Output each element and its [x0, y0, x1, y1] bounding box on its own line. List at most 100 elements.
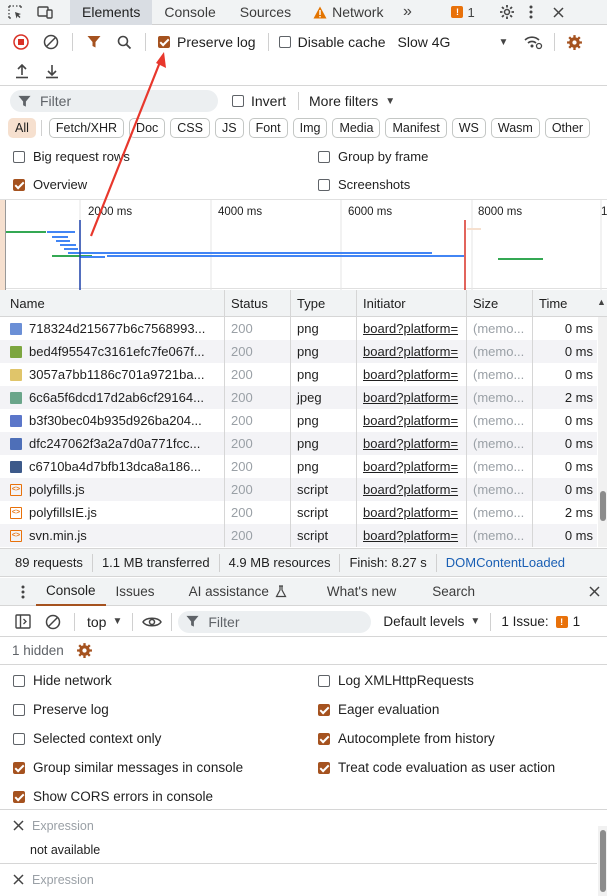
console-option-left[interactable]: Selected context only	[13, 724, 161, 753]
table-row[interactable]: 3057a7bb1186c701a9721ba... 200 png board?pl…	[0, 363, 597, 386]
initiator-link[interactable]: board?platform=	[363, 436, 458, 451]
console-option-check[interactable]	[13, 761, 25, 774]
console-option-left[interactable]: Hide network	[13, 666, 112, 695]
console-option-left[interactable]: Preserve log	[13, 695, 109, 724]
initiator-link[interactable]: board?platform=	[363, 321, 458, 336]
search-icon[interactable]	[115, 33, 133, 51]
big-request-rows-checkbox[interactable]: Big request rows	[13, 149, 130, 164]
table-row[interactable]: <> polyfills.js 200 script board?platform= (m…	[0, 478, 597, 501]
filter-ws[interactable]: WS	[451, 118, 486, 138]
filter-css[interactable]: CSS	[170, 118, 210, 138]
remove-expression-icon[interactable]	[12, 874, 24, 886]
col-name-header[interactable]: Name	[4, 290, 225, 316]
preserve-log-checkbox[interactable]: Preserve log	[158, 34, 256, 50]
console-option-right[interactable]: Eager evaluation	[318, 695, 439, 724]
console-option-check[interactable]	[13, 790, 25, 803]
context-selector[interactable]: top ▼	[87, 614, 122, 630]
console-option-check[interactable]	[318, 674, 330, 687]
more-options-icon[interactable]	[526, 0, 536, 25]
initiator-link[interactable]: board?platform=	[363, 413, 458, 428]
filter-other[interactable]: Other	[544, 118, 591, 138]
table-row[interactable]: <> svn.min.js 200 script board?platform= (mem…	[0, 524, 597, 547]
drawer-tab-issues[interactable]: Issues	[106, 578, 165, 606]
console-option-left[interactable]: Group similar messages in console	[13, 753, 243, 782]
table-row[interactable]: 718324d215677b6c7568993... 200 png board?pl…	[0, 317, 597, 340]
console-option-left[interactable]: Show CORS errors in console	[13, 782, 213, 811]
drawer-tab-ai-assistance[interactable]: AI assistance	[179, 578, 297, 606]
more-tabs-icon[interactable]: »	[395, 0, 419, 25]
initiator-link[interactable]: board?platform=	[363, 390, 458, 405]
console-option-check[interactable]	[13, 732, 25, 745]
export-har-icon[interactable]	[44, 64, 60, 80]
inspect-element-icon[interactable]	[0, 0, 30, 25]
remove-expression-icon[interactable]	[12, 820, 24, 832]
table-row[interactable]: c6710ba4d7bfb13dca8a186... 200 png board?pl…	[0, 455, 597, 478]
filter-fetch-xhr[interactable]: Fetch/XHR	[48, 118, 125, 138]
initiator-link[interactable]: board?platform=	[363, 505, 458, 520]
tab-network[interactable]: Network	[303, 0, 395, 25]
issues-badge[interactable]: ! 1	[451, 5, 475, 20]
disable-cache-checkbox[interactable]: Disable cache	[278, 34, 386, 50]
preserve-log-check[interactable]	[158, 36, 170, 48]
import-har-icon[interactable]	[14, 64, 30, 80]
table-scrollbar-thumb[interactable]	[600, 491, 606, 521]
initiator-link[interactable]: board?platform=	[363, 482, 458, 497]
big-request-rows-check[interactable]	[13, 150, 25, 163]
filter-font[interactable]: Font	[248, 118, 288, 138]
tab-console[interactable]: Console	[152, 0, 227, 25]
device-toolbar-icon[interactable]	[30, 0, 60, 25]
table-scrollbar[interactable]	[598, 317, 607, 547]
table-row[interactable]: b3f30bec04b935d926ba204... 200 png board?pl…	[0, 409, 597, 432]
drawer-scrollbar[interactable]	[598, 826, 607, 896]
initiator-link[interactable]: board?platform=	[363, 367, 458, 382]
console-option-check[interactable]	[318, 761, 330, 774]
col-size-header[interactable]: Size	[467, 290, 533, 316]
initiator-link[interactable]: board?platform=	[363, 344, 458, 359]
invert-check[interactable]	[232, 95, 244, 107]
filter-manifest[interactable]: Manifest	[385, 118, 447, 138]
console-option-right[interactable]: Treat code evaluation as user action	[318, 753, 555, 782]
drawer-tab-console[interactable]: Console	[36, 578, 106, 606]
scroll-up-icon[interactable]: ▲	[597, 297, 606, 307]
sidebar-toggle-icon[interactable]	[14, 613, 32, 631]
overview-check[interactable]	[13, 178, 25, 191]
filter-media[interactable]: Media	[332, 118, 381, 138]
drawer-tab-whats-new[interactable]: What's new	[317, 578, 406, 606]
filter-all[interactable]: All	[8, 118, 36, 138]
network-settings-gear-icon[interactable]	[565, 33, 583, 51]
table-row[interactable]: bed4f95547c3161efc7fe067f... 200 png board?…	[0, 340, 597, 363]
settings-gear-icon[interactable]	[497, 0, 517, 25]
more-filters-dropdown[interactable]: More filters ▼	[309, 93, 395, 109]
initiator-link[interactable]: board?platform=	[363, 528, 458, 543]
live-expression-eye-icon[interactable]	[141, 613, 163, 631]
filter-img[interactable]: Img	[292, 118, 328, 138]
clear-icon[interactable]	[42, 33, 60, 51]
close-devtools-icon[interactable]	[552, 0, 566, 25]
timeline-overview[interactable]: 2000 ms 4000 ms 6000 ms 8000 ms 1	[0, 199, 607, 290]
drawer-tab-search[interactable]: Search	[422, 578, 485, 606]
screenshots-checkbox[interactable]: Screenshots	[318, 177, 410, 192]
col-initiator-header[interactable]: Initiator	[357, 290, 467, 316]
initiator-link[interactable]: board?platform=	[363, 459, 458, 474]
network-conditions-icon[interactable]	[522, 33, 544, 51]
group-by-frame-check[interactable]	[318, 150, 330, 163]
table-row[interactable]: 6c6a5f6dcd17d2ab6cf29164... 200 jpeg board?…	[0, 386, 597, 409]
invert-checkbox[interactable]: Invert	[232, 93, 286, 109]
console-filter-input[interactable]: Filter	[178, 610, 372, 633]
stop-recording-icon[interactable]	[12, 33, 30, 51]
group-by-frame-checkbox[interactable]: Group by frame	[318, 149, 428, 164]
console-option-check[interactable]	[318, 703, 330, 716]
filter-funnel-icon[interactable]	[85, 33, 103, 51]
screenshots-check[interactable]	[318, 178, 330, 191]
filter-js[interactable]: JS	[214, 118, 244, 138]
col-type-header[interactable]: Type	[291, 290, 357, 316]
console-option-right[interactable]: Autocomplete from history	[318, 724, 495, 753]
col-time-header[interactable]: Time	[533, 290, 597, 316]
log-levels-dropdown[interactable]: Default levels ▼	[383, 614, 480, 629]
console-option-check[interactable]	[318, 732, 330, 745]
tab-elements[interactable]: Elements	[70, 0, 153, 25]
col-status-header[interactable]: Status	[225, 290, 291, 316]
filter-wasm[interactable]: Wasm	[490, 118, 540, 138]
drawer-scrollbar-thumb[interactable]	[600, 830, 606, 892]
console-option-check[interactable]	[13, 674, 25, 687]
